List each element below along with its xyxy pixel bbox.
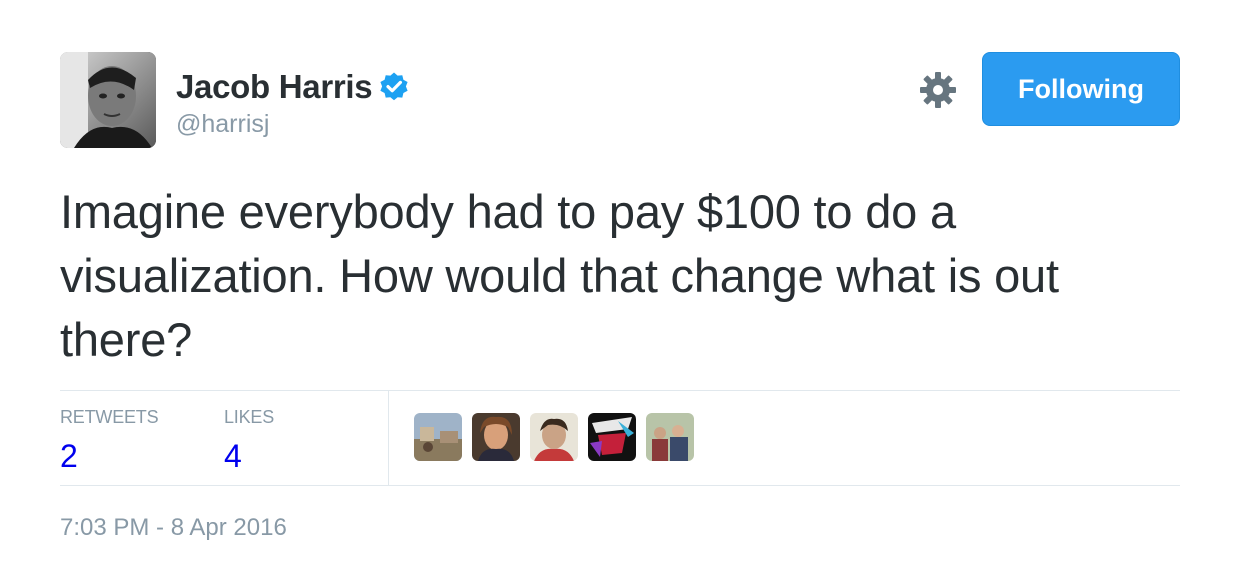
likers-avatars xyxy=(414,413,704,461)
likes-stat[interactable]: LIKES 4 xyxy=(224,407,274,475)
tweet-text: Imagine everybody had to pay $100 to do … xyxy=(60,185,1059,366)
author-info: Jacob Harris @harrisj xyxy=(176,66,410,139)
tweet-card: Jacob Harris @harrisj Following Imagine … xyxy=(0,0,1252,564)
liker-avatar[interactable] xyxy=(472,413,520,461)
retweets-count: 2 xyxy=(60,438,78,474)
tweet-header: Jacob Harris @harrisj Following xyxy=(60,52,1180,152)
retweets-stat[interactable]: RETWEETS 2 xyxy=(60,407,159,475)
likes-label: LIKES xyxy=(224,407,275,427)
gear-icon[interactable] xyxy=(918,70,958,110)
tweet-timestamp[interactable]: 7:03 PM - 8 Apr 2016 xyxy=(60,514,287,542)
liker-avatar[interactable] xyxy=(530,413,578,461)
retweets-label: RETWEETS xyxy=(60,407,159,427)
tweet-stats: RETWEETS 2 LIKES 4 xyxy=(60,390,1180,486)
author-handle[interactable]: @harrisj xyxy=(176,110,410,139)
liker-avatar[interactable] xyxy=(588,413,636,461)
author-avatar[interactable] xyxy=(60,52,156,148)
liker-avatar[interactable] xyxy=(414,413,462,461)
author-display-name[interactable]: Jacob Harris xyxy=(176,68,373,106)
likes-count: 4 xyxy=(224,438,242,474)
verified-badge-icon xyxy=(378,71,410,103)
avatar-photo-icon xyxy=(60,52,156,148)
author-name-row: Jacob Harris xyxy=(176,66,410,108)
liker-avatar[interactable] xyxy=(646,413,694,461)
stats-divider xyxy=(388,391,389,486)
following-button[interactable]: Following xyxy=(982,52,1180,126)
